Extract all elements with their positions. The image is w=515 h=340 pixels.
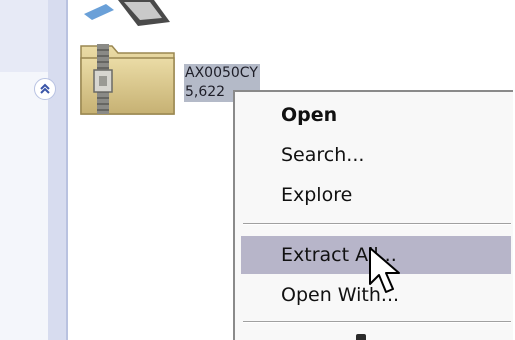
explorer-task-pane <box>0 0 68 340</box>
menu-item-open[interactable]: Open <box>241 96 511 134</box>
file-name: AX0050CY <box>184 64 260 83</box>
zip-folder-icon[interactable] <box>78 40 178 118</box>
menu-item-explore[interactable]: Explore <box>241 176 511 214</box>
task-pane-header <box>0 0 48 72</box>
menu-separator <box>243 223 511 225</box>
menu-item-partial <box>356 334 366 340</box>
mouse-pointer-icon <box>369 247 400 293</box>
collapse-chevrons-icon[interactable] <box>34 78 56 100</box>
context-menu: Open Search... Explore Extract All... Op… <box>233 90 513 340</box>
menu-item-search[interactable]: Search... <box>241 136 511 174</box>
file-icon-partial[interactable] <box>84 0 174 28</box>
menu-separator <box>243 321 511 323</box>
